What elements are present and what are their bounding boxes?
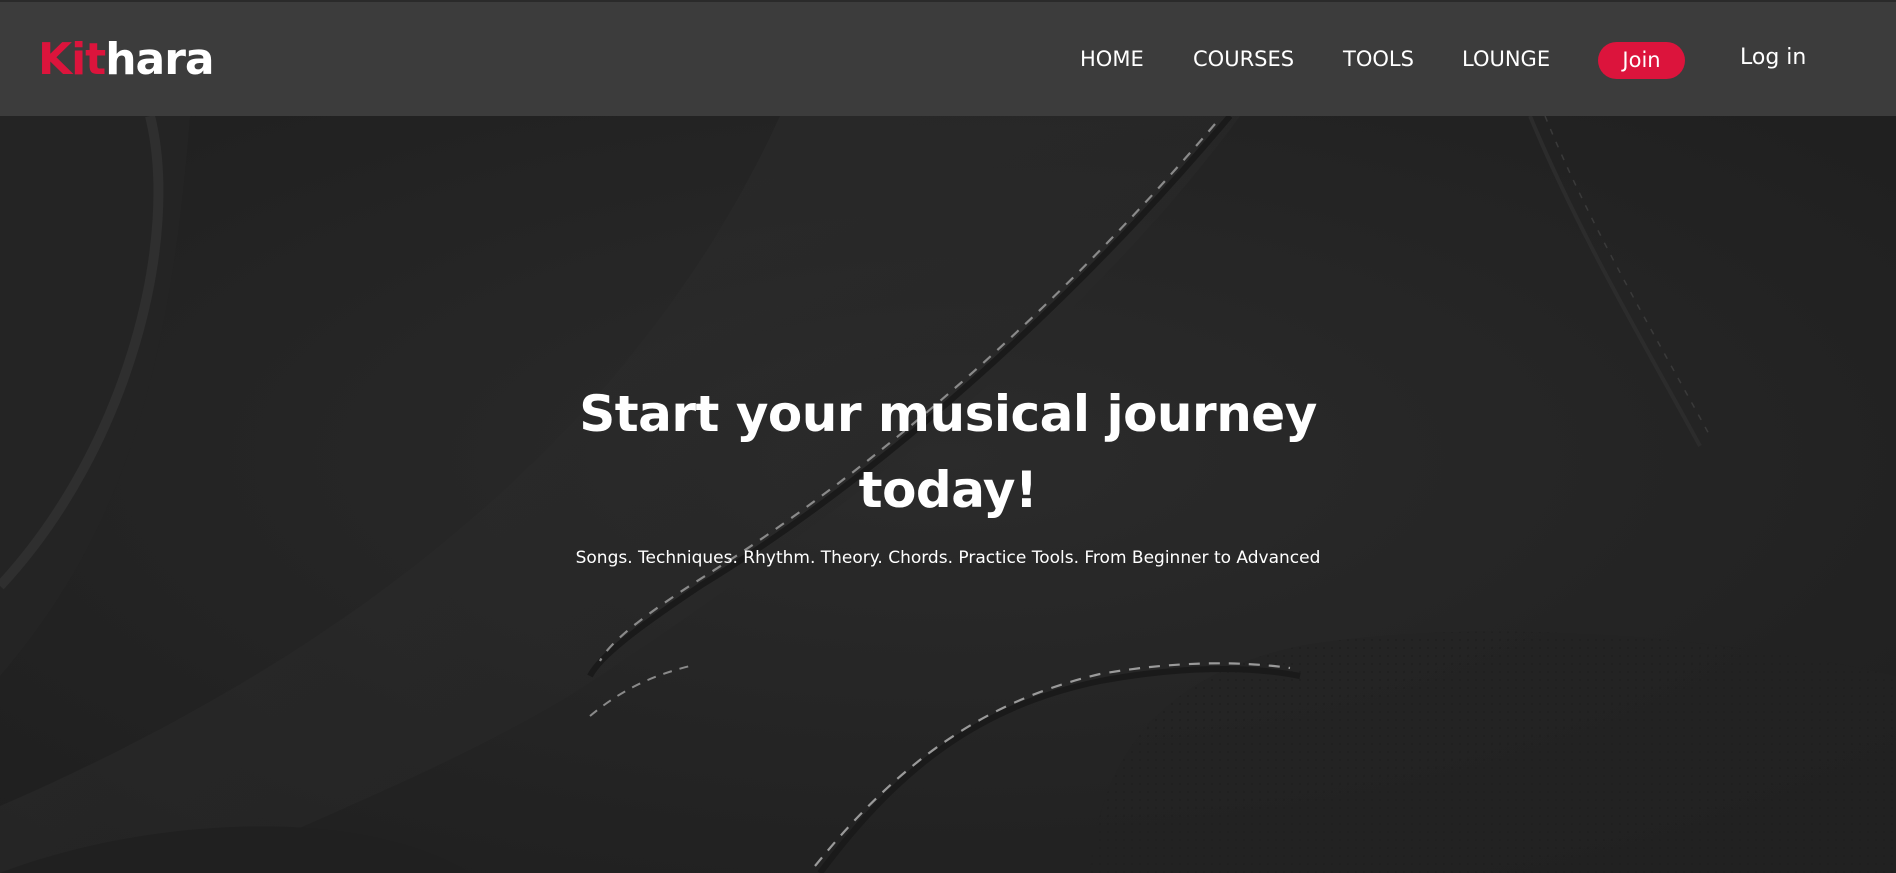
login-link[interactable]: Log in — [1740, 44, 1806, 72]
hero-title: Start your musical journey today! — [579, 385, 1317, 519]
nav-tools[interactable]: TOOLS — [1343, 46, 1414, 72]
nav-home[interactable]: HOME — [1080, 46, 1144, 72]
nav-courses[interactable]: COURSES — [1193, 46, 1294, 72]
nav-lounge[interactable]: LOUNGE — [1462, 46, 1550, 72]
navbar: Kithara HOME COURSES TOOLS LOUNGE Join L… — [0, 0, 1896, 116]
hero-subtitle: Songs. Techniques. Rhythm. Theory. Chord… — [575, 548, 1321, 568]
hero-content: Start your musical journey today! Songs.… — [0, 376, 1896, 570]
hero-section: Start your musical journey today! Songs.… — [0, 116, 1896, 873]
page: Kithara HOME COURSES TOOLS LOUNGE Join L… — [0, 0, 1896, 873]
join-button[interactable]: Join — [1598, 42, 1685, 79]
